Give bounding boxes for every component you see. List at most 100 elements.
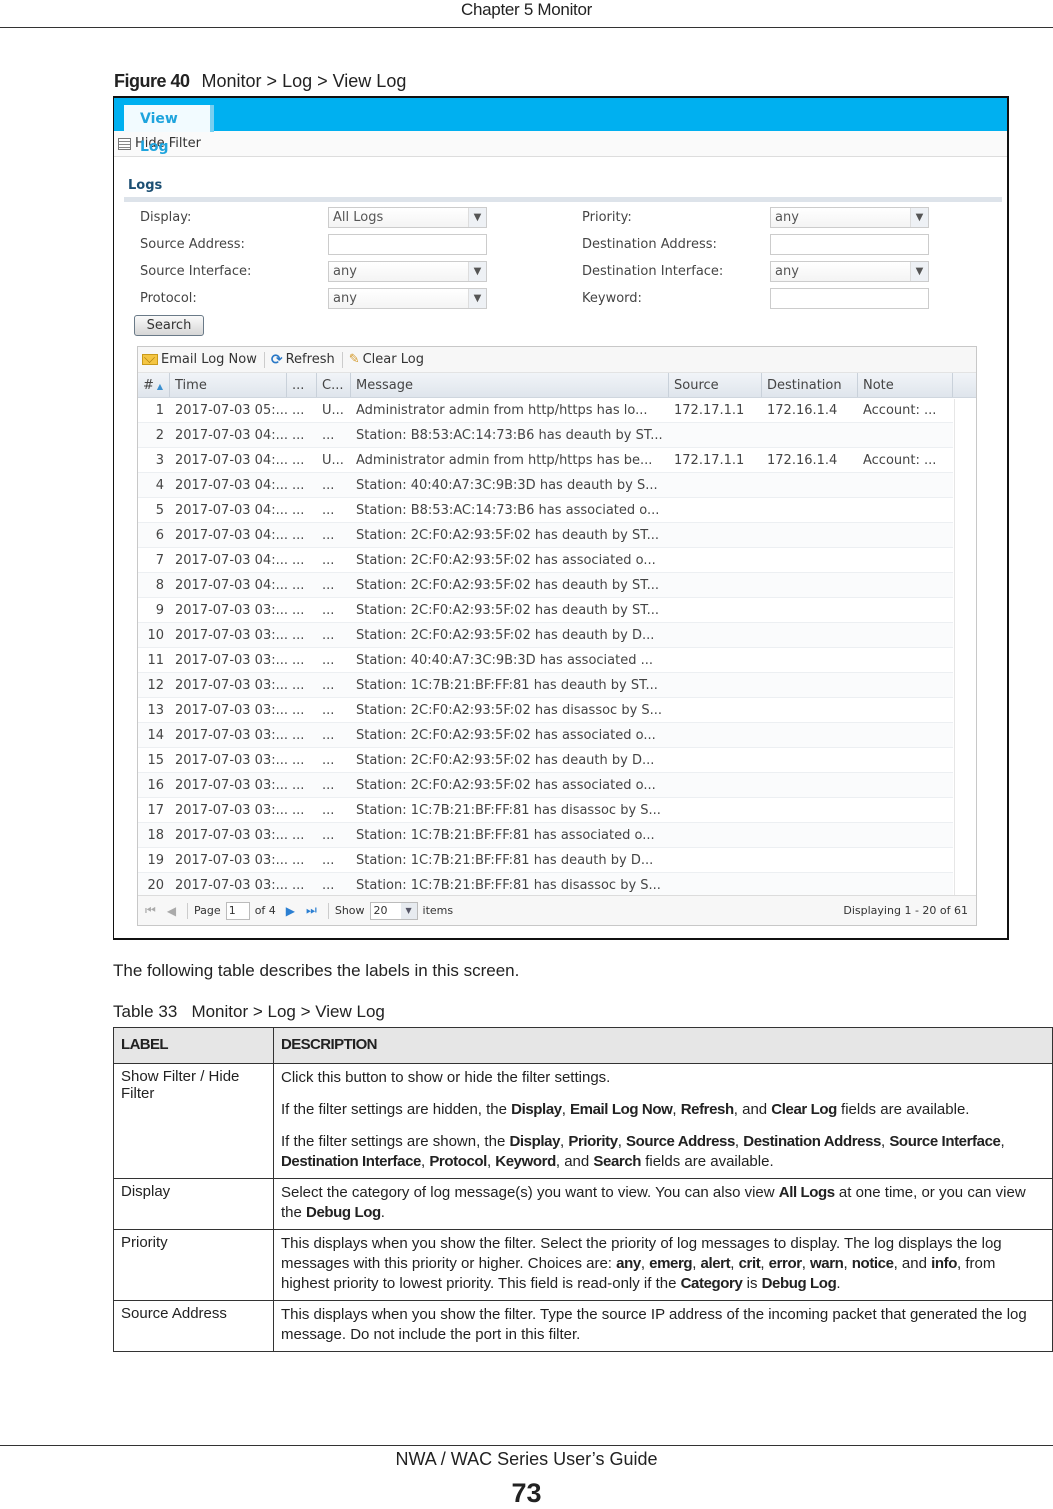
- cell-destination: [762, 598, 858, 622]
- table-row[interactable]: 7 2017-07-03 04:......... Station: 2C:F0:A…: [138, 548, 953, 573]
- cell-source: [669, 648, 762, 672]
- view-log-screenshot: View Log Hide Filter Logs Display: All L…: [113, 96, 1009, 940]
- cell-message: Administrator admin from http/https has …: [356, 403, 648, 418]
- tab-view-log[interactable]: View Log: [124, 105, 214, 155]
- first-page-icon[interactable]: ⏮: [145, 903, 156, 918]
- cell-source: 172.17.1.1: [674, 403, 745, 418]
- cell-priority: ...: [292, 728, 305, 743]
- cell-priority: ...: [292, 703, 305, 718]
- cell-time: 2017-07-03 04:...: [175, 578, 287, 593]
- cell-category: ...: [322, 603, 335, 618]
- cell-time: 2017-07-03 03:...: [175, 628, 287, 643]
- table-row[interactable]: 12 2017-07-03 03:......... Station: 1C:7B:…: [138, 673, 953, 698]
- text-run: ,: [760, 1255, 769, 1272]
- table-row[interactable]: 16 2017-07-03 03:......... Station: 2C:F0:…: [138, 773, 953, 798]
- cell-category: ...: [322, 653, 335, 668]
- table-row[interactable]: 17 2017-07-03 03:......... Station: 1C:7B:…: [138, 798, 953, 823]
- refresh-button[interactable]: ⟳ Refresh: [271, 351, 343, 368]
- table-row[interactable]: 8 2017-07-03 04:......... Station: 2C:F0:A…: [138, 573, 953, 598]
- destination-address-input[interactable]: [770, 234, 929, 255]
- cell-source: [669, 523, 762, 547]
- bold-term: alert: [700, 1255, 731, 1272]
- source-interface-value: any: [333, 264, 357, 279]
- description-row: Priority This displays when you show the …: [113, 1229, 1053, 1301]
- cell-note: [858, 773, 953, 797]
- last-page-icon[interactable]: ⏭: [306, 903, 317, 918]
- table-row[interactable]: 15 2017-07-03 03:......... Station: 2C:F0:…: [138, 748, 953, 773]
- priority-select[interactable]: any ▼: [770, 207, 929, 228]
- cell-source: [669, 798, 762, 822]
- table-row[interactable]: 10 2017-07-03 03:......... Station: 2C:F0:…: [138, 623, 953, 648]
- cell-note: [858, 473, 953, 497]
- priority-value: any: [775, 210, 799, 225]
- previous-page-icon[interactable]: ◀: [167, 904, 176, 918]
- bold-term: Destination Interface: [281, 1153, 421, 1170]
- column-header-index[interactable]: # ▲: [138, 373, 170, 397]
- cell-note: [858, 723, 953, 747]
- cell-priority: ...: [292, 803, 305, 818]
- column-header-category[interactable]: C...: [317, 373, 351, 397]
- cell-time: 2017-07-03 04:...: [175, 528, 287, 543]
- vertical-scrollbar[interactable]: [954, 399, 976, 895]
- destination-interface-select[interactable]: any ▼: [770, 261, 929, 282]
- cell-destination: [762, 523, 858, 547]
- cell-index: 9: [155, 603, 164, 618]
- next-page-icon[interactable]: ▶: [286, 904, 295, 918]
- table-row[interactable]: 5 2017-07-03 04:......... Station: B8:53:A…: [138, 498, 953, 523]
- column-header-priority[interactable]: ...: [287, 373, 317, 397]
- text-run: ,: [561, 1101, 571, 1118]
- description-header: DESCRIPTION: [273, 1027, 1053, 1064]
- table-row[interactable]: 4 2017-07-03 04:......... Station: 40:40:A…: [138, 473, 953, 498]
- bold-term: Debug Log: [761, 1275, 837, 1292]
- column-header-message[interactable]: Message: [351, 373, 669, 397]
- table-row[interactable]: 9 2017-07-03 03:......... Station: 2C:F0:A…: [138, 598, 953, 623]
- column-header-spacer: [953, 373, 976, 397]
- text-run: , and: [893, 1255, 932, 1272]
- table-row[interactable]: 14 2017-07-03 03:......... Station: 2C:F0:…: [138, 723, 953, 748]
- cell-destination: [762, 748, 858, 772]
- cell-destination: [762, 548, 858, 572]
- cell-priority: ...: [292, 753, 305, 768]
- column-header-note[interactable]: Note: [858, 373, 953, 397]
- page-number-input[interactable]: 1: [225, 901, 250, 920]
- protocol-select[interactable]: any ▼: [328, 288, 487, 309]
- text-run: ,: [1000, 1133, 1005, 1150]
- cell-category: ...: [322, 503, 335, 518]
- table-row[interactable]: 6 2017-07-03 04:......... Station: 2C:F0:A…: [138, 523, 953, 548]
- table-row[interactable]: 1 2017-07-03 05:...... U... Administrator a…: [138, 398, 953, 423]
- email-log-now-button[interactable]: Email Log Now: [142, 351, 265, 368]
- table-row[interactable]: 11 2017-07-03 03:......... Station: 40:40:…: [138, 648, 953, 673]
- cell-category: ...: [322, 878, 335, 893]
- cell-source: [669, 748, 762, 772]
- source-address-input[interactable]: [328, 234, 487, 255]
- cell-message: Station: 2C:F0:A2:93:5F:02 has deauth by…: [356, 528, 660, 543]
- cell-note: [858, 798, 953, 822]
- clear-log-button[interactable]: ✎ Clear Log: [349, 352, 431, 368]
- table-row[interactable]: 2 2017-07-03 04:......... Station: B8:53:A…: [138, 423, 953, 448]
- cell-message: Station: 2C:F0:A2:93:5F:02 has deauth by…: [356, 753, 655, 768]
- display-select[interactable]: All Logs ▼: [328, 207, 487, 228]
- cell-message: Station: 2C:F0:A2:93:5F:02 has associate…: [356, 553, 656, 568]
- cell-time: 2017-07-03 04:...: [175, 428, 287, 443]
- table-body: 1 2017-07-03 05:...... U... Administrator a…: [138, 398, 953, 898]
- cell-source: [669, 698, 762, 722]
- search-button[interactable]: Search: [134, 315, 204, 336]
- column-header-label: #: [143, 378, 154, 393]
- bold-term: notice: [851, 1255, 894, 1272]
- cell-note: [858, 623, 953, 647]
- page-size-select[interactable]: 20 ▼: [369, 901, 418, 920]
- table-row[interactable]: 19 2017-07-03 03:......... Station: 1C:7B:…: [138, 848, 953, 873]
- column-header-destination[interactable]: Destination: [762, 373, 858, 397]
- table-row[interactable]: 3 2017-07-03 04:...... U... Administrator a…: [138, 448, 953, 473]
- column-header-source[interactable]: Source: [669, 373, 762, 397]
- keyword-input[interactable]: [770, 288, 929, 309]
- source-interface-select[interactable]: any ▼: [328, 261, 487, 282]
- cell-message: Station: 1C:7B:21:BF:FF:81 has disassoc …: [356, 803, 661, 818]
- table-row[interactable]: 13 2017-07-03 03:......... Station: 2C:F0:…: [138, 698, 953, 723]
- pager-separator: [327, 902, 329, 919]
- bold-term: Clear Log: [771, 1101, 837, 1118]
- refresh-label: Refresh: [285, 352, 335, 367]
- column-header-time[interactable]: Time: [170, 373, 287, 397]
- table-row[interactable]: 18 2017-07-03 03:......... Station: 1C:7B:…: [138, 823, 953, 848]
- log-grid: Email Log Now ⟳ Refresh ✎ Clear Log # ▲ T…: [137, 346, 977, 926]
